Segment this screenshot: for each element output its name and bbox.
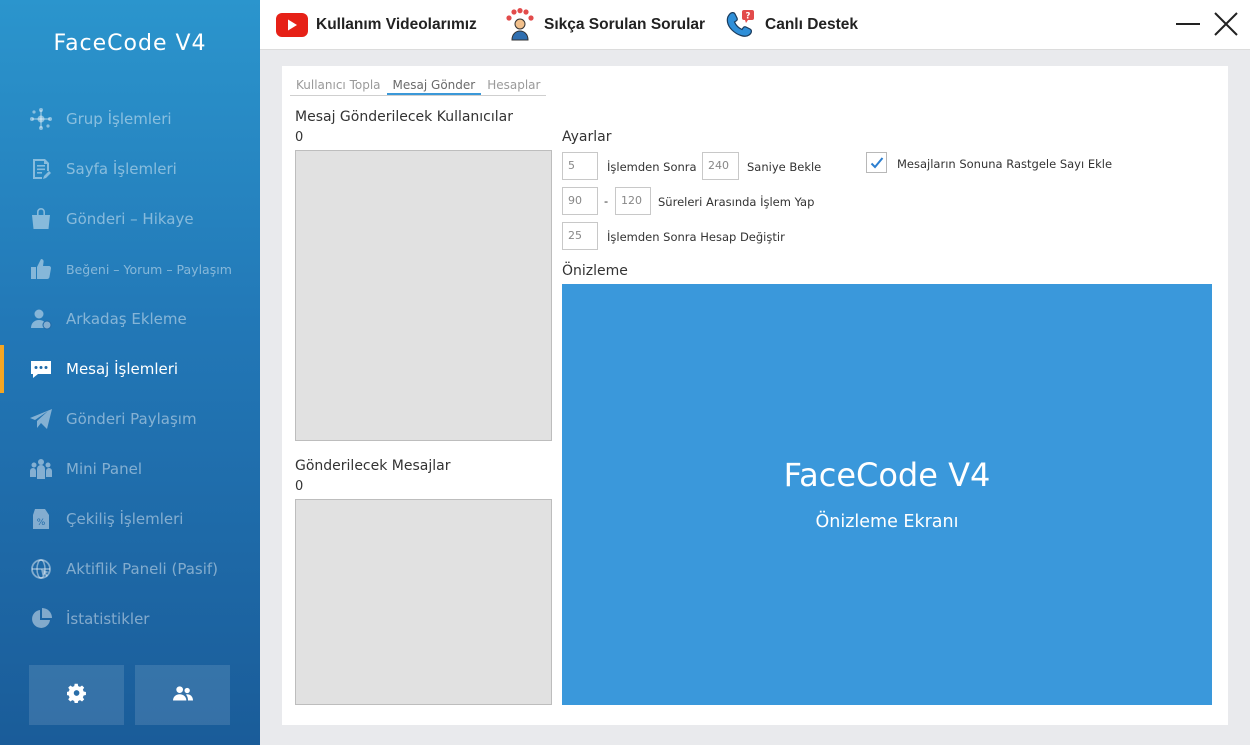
usage-videos-label: Kullanım Videolarımız: [316, 16, 477, 33]
range-separator: -: [604, 194, 609, 208]
wait-seconds-input[interactable]: 240: [702, 152, 739, 180]
group-icon: [28, 456, 54, 482]
shopping-bag-icon: [28, 206, 54, 232]
preview-screen-subtitle: Önizleme Ekranı: [815, 512, 959, 532]
checkmark-icon: [870, 156, 883, 168]
accounts-button[interactable]: [135, 665, 230, 725]
sidebar-item-mesaj-islemleri[interactable]: Mesaj İşlemleri: [0, 345, 260, 393]
thumbs-up-icon: [28, 256, 54, 282]
svg-text:%: %: [37, 518, 46, 528]
sidebar-item-label: Arkadaş Ekleme: [66, 310, 187, 328]
sidebar-item-gonderi-hikaye[interactable]: Gönderi – Hikaye: [0, 195, 260, 243]
chat-icon: [28, 356, 54, 382]
preview-title: Önizleme: [562, 263, 628, 279]
close-icon: [1214, 12, 1238, 36]
tab-hesaplar[interactable]: Hesaplar: [481, 76, 546, 95]
messages-count: 0: [295, 479, 304, 494]
sidebar-item-label: Aktiflik Paneli (Pasif): [66, 560, 218, 578]
sidebar-item-label: Beğeni – Yorum – Paylaşım: [66, 261, 232, 277]
sidebar-item-istatistikler[interactable]: İstatistikler: [0, 595, 260, 643]
usage-videos-link[interactable]: Kullanım Videolarımız: [276, 8, 477, 42]
sidebar-item-gonderi-paylasim[interactable]: Gönderi Paylaşım: [0, 395, 260, 443]
sidebar-item-arkadas-ekleme[interactable]: Arkadaş Ekleme: [0, 295, 260, 343]
after-ops-label: İşlemden Sonra: [607, 160, 697, 174]
phone-support-icon: ?: [725, 9, 757, 41]
gear-icon: [65, 683, 87, 707]
random-number-label: Mesajların Sonuna Rastgele Sayı Ekle: [897, 157, 1113, 171]
preview-screen-title: FaceCode V4: [783, 456, 991, 494]
paper-plane-icon: [28, 406, 54, 432]
close-button[interactable]: [1212, 10, 1240, 38]
content-panel: Kullanıcı Topla Mesaj Gönder Hesaplar Me…: [282, 66, 1228, 725]
sidebar: FaceCode V4 Grup İşlemleri Sayfa İşlemle…: [0, 0, 260, 745]
tab-mesaj-gonder[interactable]: Mesaj Gönder: [386, 76, 482, 95]
users-listbox[interactable]: [295, 150, 552, 441]
range-max-input[interactable]: 120: [615, 187, 651, 215]
random-number-checkbox[interactable]: [866, 152, 887, 173]
pie-chart-icon: [28, 606, 54, 632]
settings-title: Ayarlar: [562, 129, 612, 145]
tab-bar: Kullanıcı Topla Mesaj Gönder Hesaplar: [290, 76, 547, 96]
youtube-icon: [276, 13, 308, 37]
live-support-label: Canlı Destek: [765, 16, 859, 33]
page-edit-icon: [28, 156, 54, 182]
sidebar-item-cekilis-islemleri[interactable]: % Çekiliş İşlemleri: [0, 495, 260, 543]
sidebar-item-aktiflik-paneli[interactable]: Aktiflik Paneli (Pasif): [0, 545, 260, 593]
preview-screen: FaceCode V4 Önizleme Ekranı: [562, 284, 1212, 705]
globe-cursor-icon: [28, 556, 54, 582]
sidebar-item-label: Mini Panel: [66, 460, 143, 478]
top-bar: Kullanım Videolarımız Sıkça Sorulan Soru…: [260, 0, 1250, 50]
sidebar-item-label: İstatistikler: [66, 610, 150, 628]
switch-account-label: İşlemden Sonra Hesap Değiştir: [607, 230, 785, 244]
range-label: Süreleri Arasında İşlem Yap: [658, 195, 815, 209]
messages-list-title: Gönderilecek Mesajlar: [295, 458, 451, 474]
sidebar-item-label: Çekiliş İşlemleri: [66, 510, 184, 528]
faq-label: Sıkça Sorulan Sorular: [544, 16, 706, 33]
users-icon: [172, 683, 193, 707]
network-icon: [28, 106, 54, 132]
app-title: FaceCode V4: [53, 31, 207, 56]
minimize-icon: [1176, 23, 1200, 25]
faq-link[interactable]: Sıkça Sorulan Sorular: [504, 8, 705, 42]
tab-kullanici-topla[interactable]: Kullanıcı Topla: [290, 76, 387, 95]
after-ops-input[interactable]: 5: [562, 152, 598, 180]
wait-seconds-label: Saniye Bekle: [747, 160, 822, 174]
sidebar-item-label: Mesaj İşlemleri: [66, 360, 179, 378]
range-min-input[interactable]: 90: [562, 187, 598, 215]
messages-listbox[interactable]: [295, 499, 552, 705]
sidebar-item-mini-panel[interactable]: Mini Panel: [0, 445, 260, 493]
sidebar-item-grup-islemleri[interactable]: Grup İşlemleri: [0, 95, 260, 143]
sidebar-item-label: Sayfa İşlemleri: [66, 160, 177, 178]
users-list-title: Mesaj Gönderilecek Kullanıcılar: [295, 109, 513, 125]
faq-person-icon: [504, 8, 536, 42]
sidebar-item-begeni-yorum-paylasim[interactable]: Beğeni – Yorum – Paylaşım: [0, 245, 260, 293]
user-add-icon: [28, 306, 54, 332]
settings-button[interactable]: [29, 665, 124, 725]
svg-text:?: ?: [746, 12, 751, 22]
switch-account-input[interactable]: 25: [562, 222, 598, 250]
live-support-link[interactable]: ? Canlı Destek: [725, 8, 858, 42]
sidebar-item-label: Gönderi Paylaşım: [66, 410, 197, 428]
discount-tag-icon: %: [28, 506, 54, 532]
sidebar-item-sayfa-islemleri[interactable]: Sayfa İşlemleri: [0, 145, 260, 193]
minimize-button[interactable]: [1174, 10, 1202, 38]
sidebar-item-label: Grup İşlemleri: [66, 110, 172, 128]
sidebar-item-label: Gönderi – Hikaye: [66, 210, 194, 228]
users-count: 0: [295, 130, 304, 145]
